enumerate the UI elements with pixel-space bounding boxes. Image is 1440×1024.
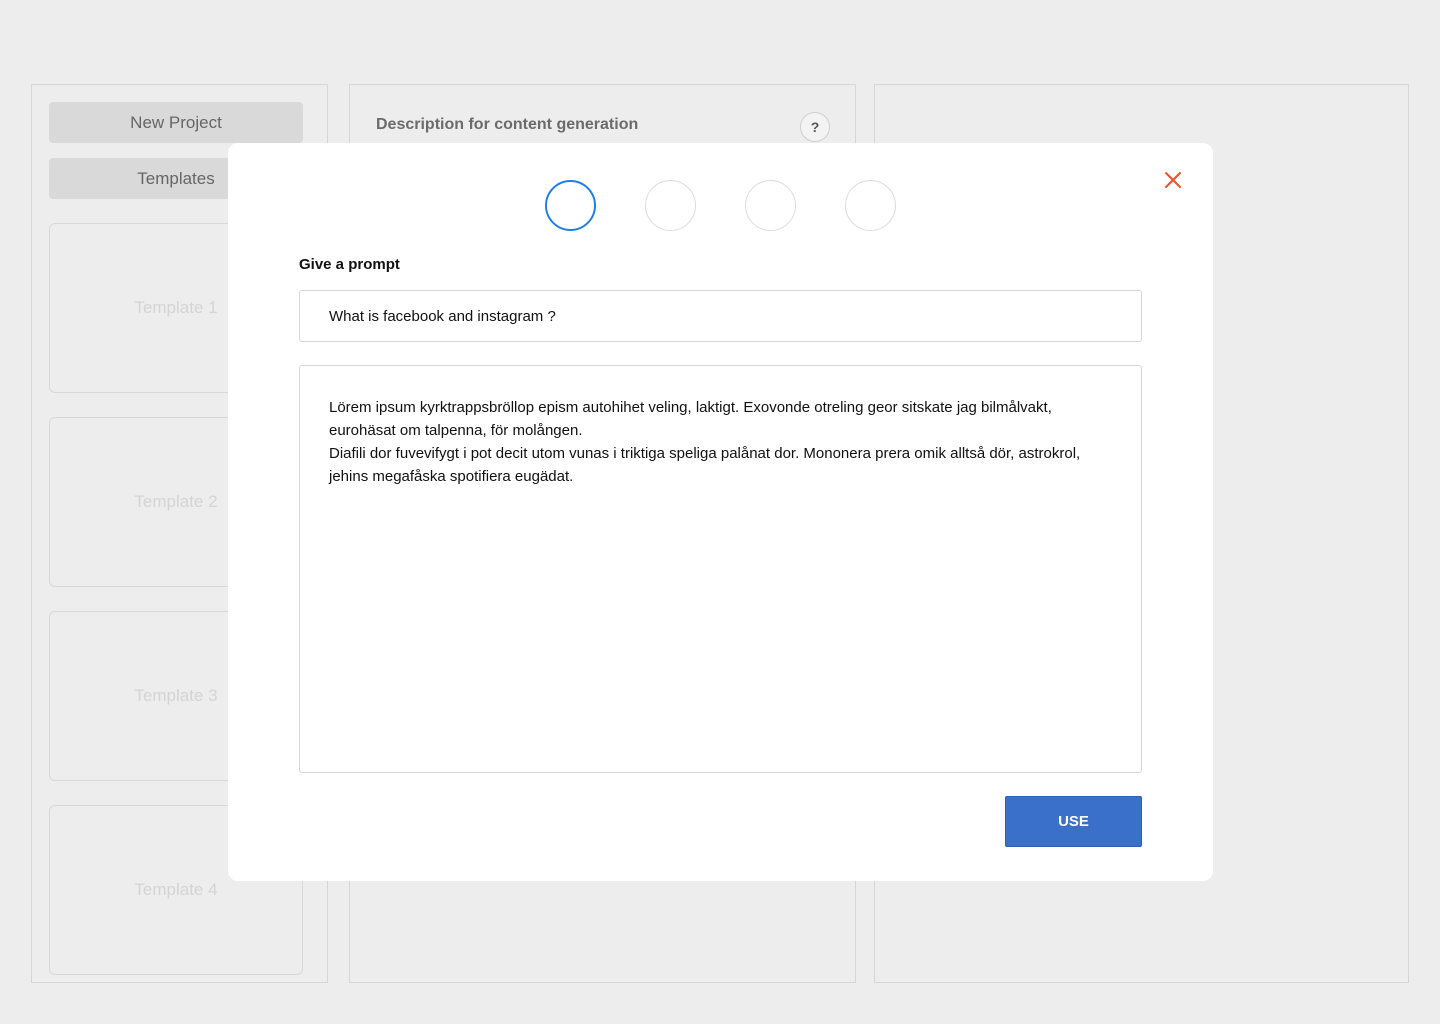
help-button[interactable]: ? — [800, 112, 830, 142]
prompt-label: Give a prompt — [299, 256, 400, 273]
result-paragraph-1: Lörem ipsum kyrktrappsbröllop epism auto… — [329, 399, 1052, 439]
prompt-input[interactable] — [299, 290, 1142, 342]
close-icon — [1165, 172, 1181, 188]
generated-content-area[interactable]: Lörem ipsum kyrktrappsbröllop epism auto… — [299, 365, 1142, 773]
new-project-button[interactable]: New Project — [49, 102, 303, 143]
step-indicator — [545, 180, 897, 231]
step-3[interactable] — [745, 180, 796, 231]
step-4[interactable] — [845, 180, 896, 231]
result-paragraph-2: Diafili dor fuvevifygt i pot decit utom … — [329, 445, 1081, 485]
step-1[interactable] — [545, 180, 596, 231]
use-button[interactable]: USE — [1005, 796, 1142, 847]
description-title: Description for content generation — [376, 116, 639, 133]
question-mark-icon: ? — [810, 119, 820, 135]
prompt-modal: Give a prompt Lörem ipsum kyrktrappsbröl… — [228, 143, 1213, 881]
step-2[interactable] — [645, 180, 696, 231]
close-button[interactable] — [1162, 169, 1184, 191]
